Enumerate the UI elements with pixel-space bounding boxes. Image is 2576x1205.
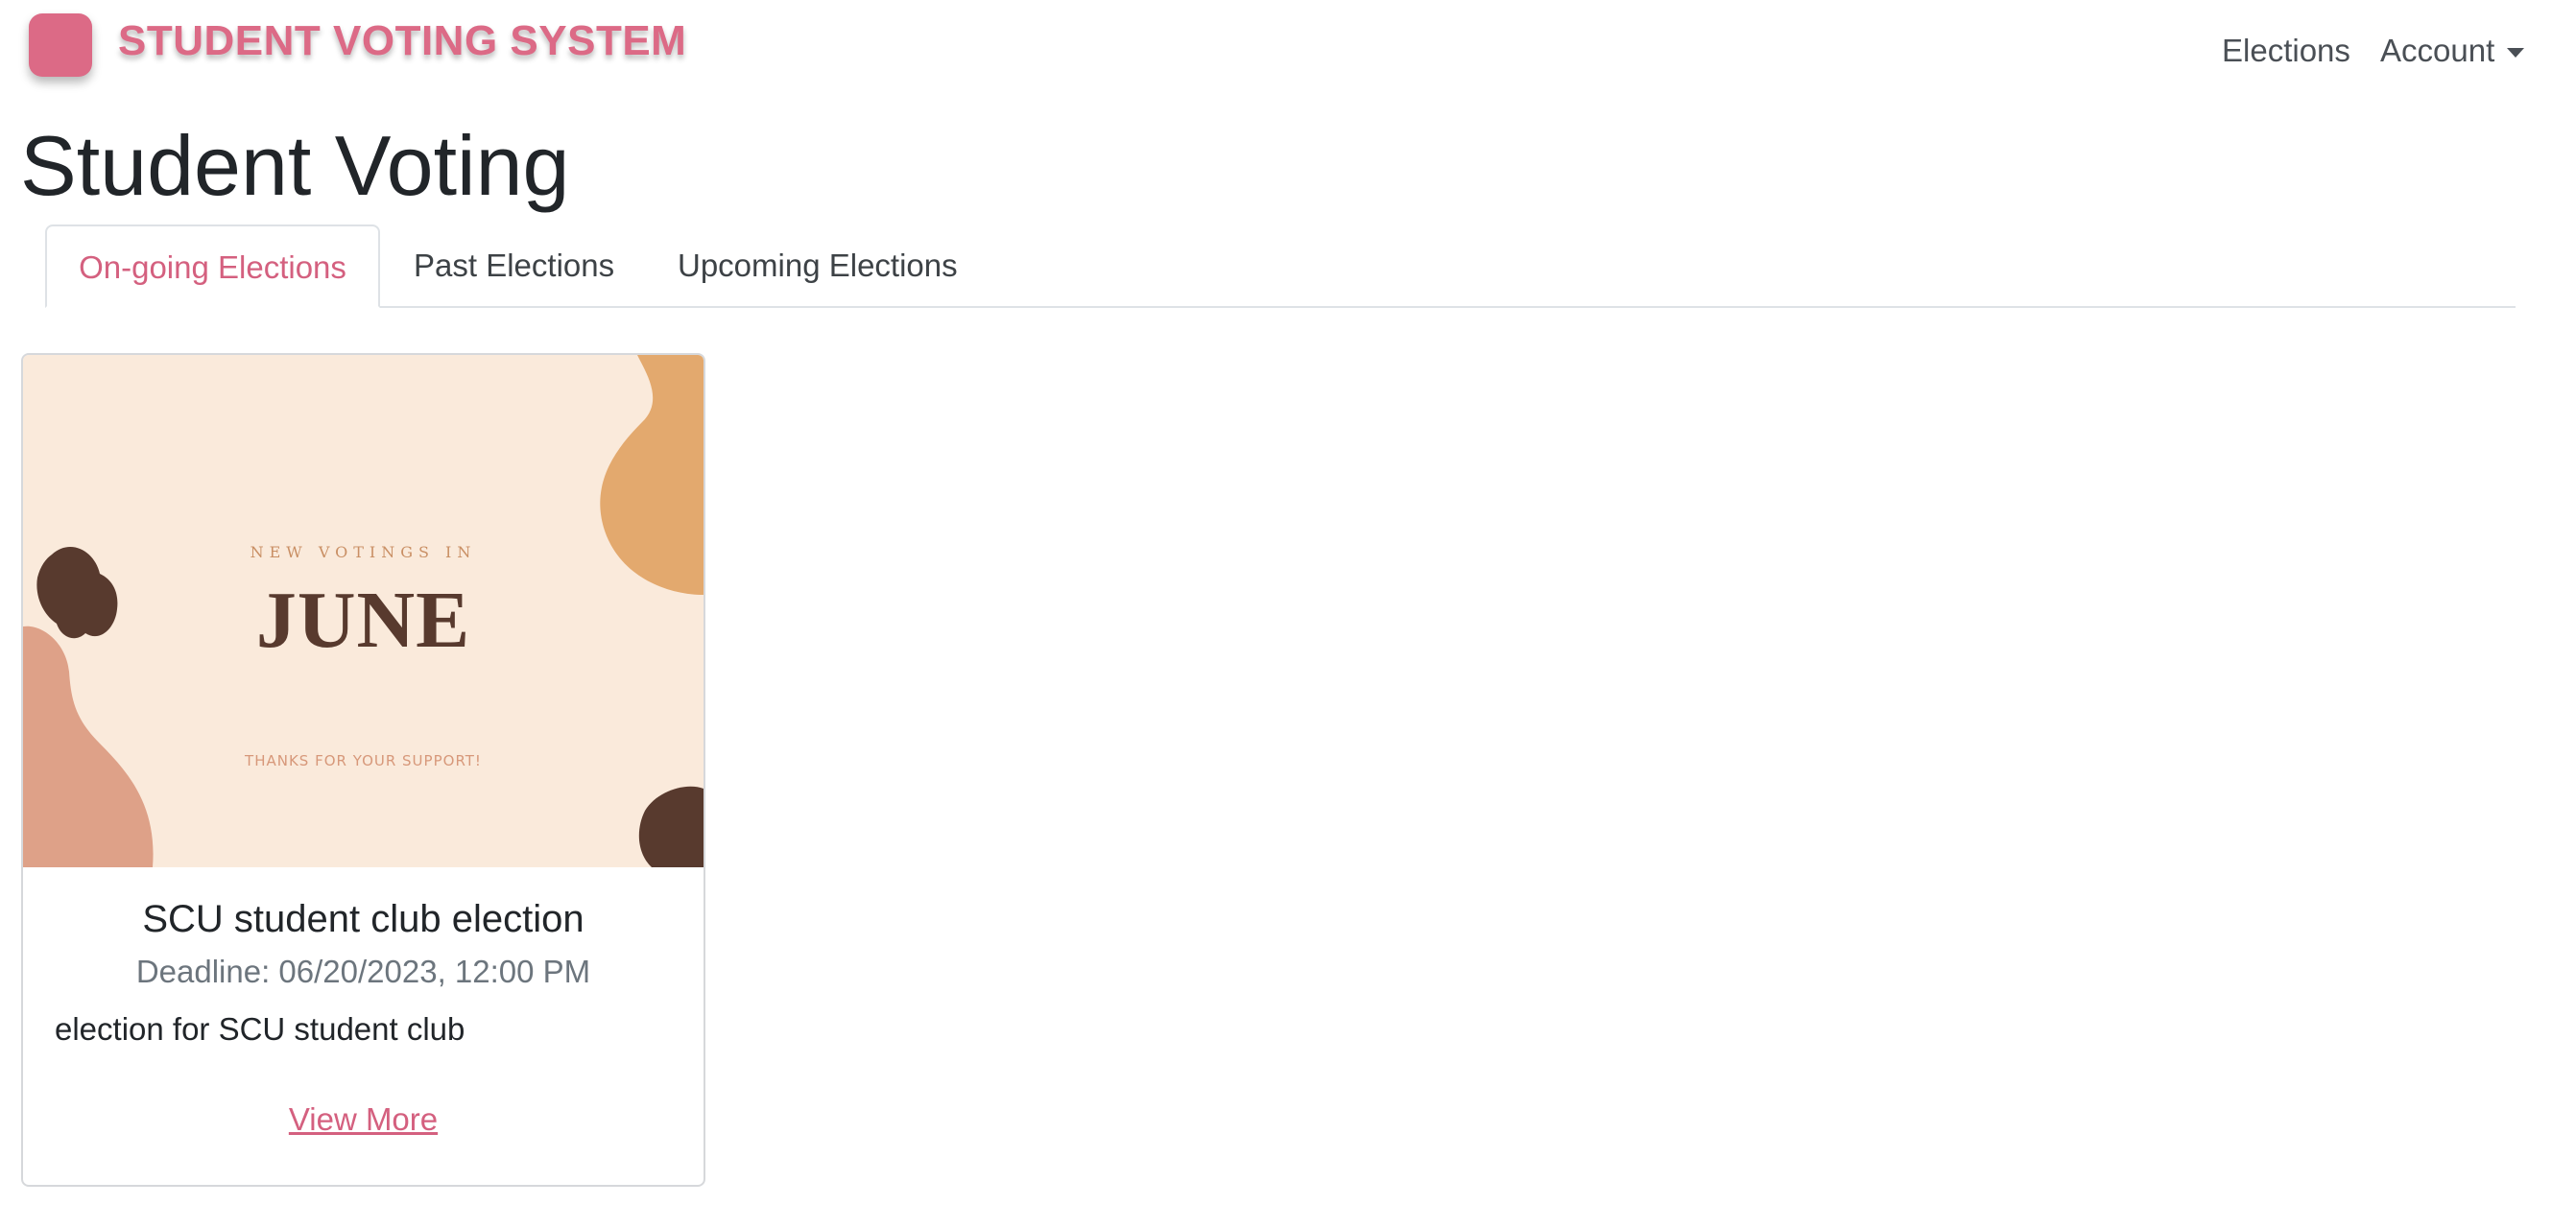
blob-bottom-right xyxy=(638,786,704,867)
tab-past-elections[interactable]: Past Elections xyxy=(414,224,614,306)
navbar: STUDENT VOTING SYSTEM Elections Account xyxy=(0,0,2576,106)
tab-upcoming-elections[interactable]: Upcoming Elections xyxy=(678,224,958,306)
page-title: Student Voting xyxy=(20,118,570,213)
tab-ongoing-elections[interactable]: On-going Elections xyxy=(45,224,380,308)
view-more-link[interactable]: View More xyxy=(289,1101,438,1137)
card-link-wrapper: View More xyxy=(23,1101,704,1138)
image-headline-text: JUNE xyxy=(255,576,471,665)
image-footer-text: THANKS FOR YOUR SUPPORT! xyxy=(245,752,482,769)
card-deadline: Deadline: 06/20/2023, 12:00 PM xyxy=(135,954,591,989)
nav-dropdown-account[interactable]: Account xyxy=(2380,33,2494,69)
brand-logo-icon[interactable] xyxy=(29,13,92,77)
image-kicker-text: NEW VOTINGS IN xyxy=(250,543,477,561)
card-title: SCU student club election xyxy=(142,898,584,940)
election-tabs: On-going Elections Past Elections Upcomi… xyxy=(45,224,2516,308)
brand-name[interactable]: STUDENT VOTING SYSTEM xyxy=(118,17,686,65)
nav-link-elections[interactable]: Elections xyxy=(2222,33,2350,69)
election-card-image: NEW VOTINGS IN JUNE THANKS FOR YOUR SUPP… xyxy=(23,355,704,867)
caret-down-icon[interactable] xyxy=(2507,48,2524,58)
card-description: election for SCU student club xyxy=(55,1011,465,1047)
election-card: NEW VOTINGS IN JUNE THANKS FOR YOUR SUPP… xyxy=(21,353,705,1187)
